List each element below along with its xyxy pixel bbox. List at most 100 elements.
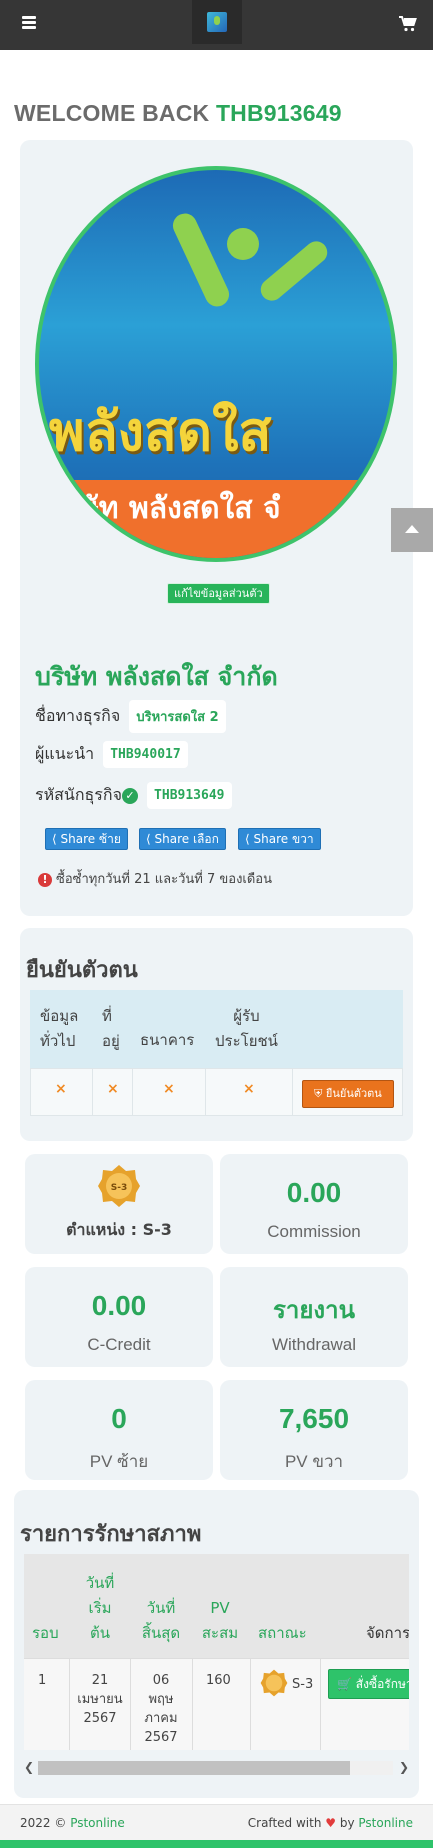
- repurchase-note-text: ซื้อซ้ำทุกวันที่ 21 และวันที่ 7 ของเดือน: [56, 872, 272, 887]
- verify-title: ยืนยันตัวตน: [26, 958, 138, 983]
- order-maintenance-button[interactable]: 🛒 สั่งซื้อรักษา: [328, 1669, 409, 1699]
- footer-by-text: by: [339, 1816, 355, 1830]
- ccredit-box[interactable]: 0.00 C-Credit: [25, 1267, 213, 1367]
- profile-card: พลังสดใส ษัท พลังสดใส จํ แก้ไขข้อมูลส่วน…: [20, 140, 413, 916]
- heart-icon: ♥: [325, 1816, 337, 1830]
- ccredit-label: C-Credit: [87, 1335, 151, 1354]
- welcome-user-id: THB913649: [215, 100, 342, 126]
- footer-copyright: 2022 © Pstonline: [20, 1816, 125, 1830]
- business-name-label: ชื่อทางธุรกิจ: [35, 706, 121, 725]
- pv-right-value: 7,650: [278, 1403, 350, 1434]
- cell-round: 1: [38, 1673, 47, 1688]
- welcome-heading: WELCOME BACK THB913649: [14, 100, 342, 127]
- divider: [69, 1658, 70, 1750]
- logo-figure-arm: [256, 236, 332, 306]
- verify-identity-card: ยืนยันตัวตน ข้อมูล ทั่วไป ที่ อยู่ ธนาคา…: [20, 928, 413, 1141]
- maintenance-title: รายการรักษาสภาพ: [20, 1522, 202, 1547]
- member-code-label: รหัสนักธุรกิจ: [35, 785, 122, 804]
- verify-header-address: ที่ อยู่: [102, 1007, 120, 1050]
- logo-image: [207, 12, 227, 32]
- hamburger-icon[interactable]: [22, 16, 36, 29]
- share-right-button[interactable]: ⟨ Share ขวา: [238, 828, 321, 850]
- table-row: 1 21 เมษายน 2567 06 พฤษ ภาคม 2567 160 S-…: [24, 1658, 409, 1750]
- divider: [92, 1068, 93, 1116]
- logo-swoosh: [168, 209, 234, 311]
- rank-box: S-3 ตำแหน่ง : S-3: [25, 1154, 213, 1254]
- share-left-button[interactable]: ⟨ Share ซ้าย: [45, 828, 128, 850]
- pv-right-label: PV ขวา: [284, 1452, 344, 1471]
- divider: [292, 1068, 293, 1116]
- verify-header-general: ข้อมูล ทั่วไป: [40, 1007, 79, 1050]
- cell-start-date: 21 เมษายน 2567: [77, 1673, 123, 1726]
- divider: [192, 1658, 193, 1750]
- footer-brand-link[interactable]: Pstonline: [70, 1816, 125, 1830]
- logo[interactable]: [192, 0, 242, 44]
- divider: [320, 1658, 321, 1750]
- verify-button-label: ยืนยันตัวตน: [325, 1087, 382, 1100]
- footer-crafted-text: Crafted with: [247, 1816, 322, 1830]
- scroll-right-icon[interactable]: ❯: [399, 1760, 409, 1774]
- pv-left-value: 0: [111, 1403, 127, 1434]
- header-manage: จัดการ: [366, 1624, 409, 1642]
- member-code-value: THB913649: [147, 782, 232, 809]
- verify-table-header: ข้อมูล ทั่วไป ที่ อยู่ ธนาคาร ผู้รับ ประ…: [30, 990, 403, 1068]
- commission-box[interactable]: 0.00 Commission: [220, 1154, 408, 1254]
- scroll-left-icon[interactable]: ❮: [24, 1760, 34, 1774]
- report-value: รายงาน: [272, 1296, 356, 1324]
- status-badge-icon: [260, 1669, 288, 1697]
- rank-badge-icon: S-3: [98, 1165, 140, 1207]
- scroll-thumb[interactable]: [38, 1761, 350, 1775]
- footer-credit: Crafted with ♥ by Pstonline: [248, 1816, 413, 1830]
- pv-left-box[interactable]: 0 PV ซ้าย: [25, 1380, 213, 1480]
- avatar-brand-text: พลังสดใส: [49, 400, 272, 463]
- status-x-icon: ×: [55, 1081, 67, 1097]
- welcome-prefix: WELCOME BACK: [14, 100, 210, 126]
- share-choose-label: Share เลือก: [154, 832, 219, 846]
- shopping-cart-icon[interactable]: [399, 16, 417, 32]
- commission-value: 0.00: [286, 1177, 342, 1208]
- table-horizontal-scrollbar[interactable]: ❮ ❯: [24, 1758, 409, 1776]
- verify-header-bank: ธนาคาร: [140, 1031, 195, 1049]
- cell-pv: 160: [206, 1673, 231, 1688]
- verify-identity-button[interactable]: ⛨ ยืนยันตัวตน: [302, 1080, 394, 1108]
- share-left-label: Share ซ้าย: [60, 832, 121, 846]
- status-x-icon: ×: [243, 1081, 255, 1097]
- footer-brand-link-2[interactable]: Pstonline: [358, 1816, 413, 1830]
- divider: [132, 1068, 133, 1116]
- header-end-date: วันที่ สิ้นสุด: [141, 1599, 181, 1642]
- rank-label: ตำแหน่ง : S-3: [66, 1220, 172, 1239]
- check-circle-icon: ✓: [121, 787, 138, 804]
- exclamation-circle-icon: !: [38, 872, 52, 887]
- member-code-row: รหัสนักธุรกิจ ✓ THB913649: [35, 782, 232, 809]
- cell-status: S-3: [292, 1677, 314, 1692]
- footer: 2022 © Pstonline Crafted with ♥ by Pston…: [0, 1804, 433, 1840]
- verify-table: ข้อมูล ทั่วไป ที่ อยู่ ธนาคาร ผู้รับ ประ…: [30, 990, 403, 1118]
- header-pv: PV สะสม: [201, 1599, 239, 1642]
- divider: [130, 1658, 131, 1750]
- maintenance-card: รายการรักษาสภาพ รอบ วันที่ เริ่ม ต้น วัน…: [14, 1490, 419, 1798]
- referrer-row: ผู้แนะนำ THB940017: [35, 741, 188, 768]
- referrer-value: THB940017: [103, 741, 188, 768]
- share-choose-button[interactable]: ⟨ Share เลือก: [139, 828, 226, 850]
- company-name: บริษัท พลังสดใส จํากัด: [35, 662, 278, 691]
- pv-left-label: PV ซ้าย: [89, 1452, 149, 1471]
- back-to-top-button[interactable]: [391, 508, 433, 552]
- share-right-label: Share ขวา: [253, 832, 314, 846]
- ccredit-value: 0.00: [91, 1290, 147, 1321]
- business-name-row: ชื่อทางธุรกิจ บริหารสดใส 2: [35, 700, 226, 733]
- order-button-label: สั่งซื้อรักษา: [355, 1677, 409, 1691]
- rank-badge-text: S-3: [111, 1183, 127, 1193]
- divider: [250, 1658, 251, 1750]
- verify-header-beneficiary: ผู้รับ ประโยชน์: [215, 1007, 278, 1050]
- maintenance-table: รอบ วันที่ เริ่ม ต้น วันที่ สิ้นสุด PV ส…: [24, 1554, 409, 1750]
- edit-profile-button[interactable]: แก้ไขข้อมูลส่วนตัว: [167, 583, 270, 604]
- withdrawal-box[interactable]: รายงาน Withdrawal: [220, 1267, 408, 1367]
- footer-year: 2022 ©: [20, 1816, 67, 1830]
- header-start-date: วันที่ เริ่ม ต้น: [85, 1574, 115, 1642]
- status-x-icon: ×: [163, 1081, 175, 1097]
- status-x-icon: ×: [107, 1081, 119, 1097]
- pv-right-box[interactable]: 7,650 PV ขวา: [220, 1380, 408, 1480]
- avatar-band-text: ษัท พลังสดใส จํ: [79, 491, 281, 526]
- cell-end-date: 06 พฤษ ภาคม 2567: [144, 1673, 178, 1745]
- bottom-accent-bar: [0, 1840, 433, 1848]
